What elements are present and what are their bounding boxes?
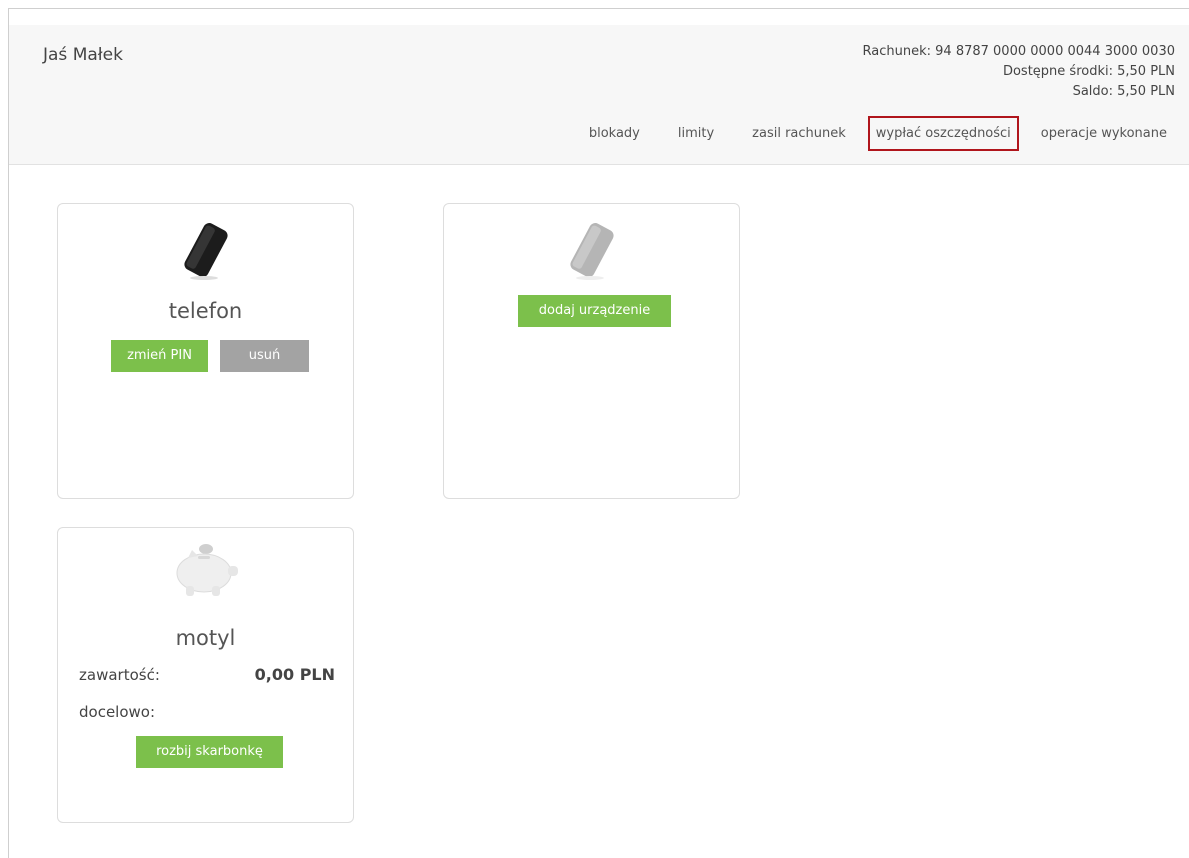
content-label: zawartość:	[79, 666, 160, 684]
smartphone-placeholder-icon	[444, 218, 739, 286]
change-pin-button[interactable]: zmień PIN	[111, 340, 208, 372]
available-funds: Dostępne środki: 5,50 PLN	[1002, 64, 1175, 79]
nav-wyplac-oszczednosci[interactable]: wypłać oszczędności	[867, 116, 1019, 151]
break-piggy-bank-button[interactable]: rozbij skarbonkę	[136, 736, 283, 768]
nav-blokady[interactable]: blokady	[589, 120, 640, 147]
add-device-button[interactable]: dodaj urządzenie	[518, 295, 671, 327]
target-label: docelowo:	[79, 703, 156, 721]
account-header: Jaś Małek Rachunek: 94 8787 0000 0000 00…	[9, 25, 1189, 165]
account-info: Rachunek: 94 8787 0000 0000 0044 3000 00…	[863, 42, 1175, 102]
piggy-bank-card: motyl zawartość: 0,00 PLN docelowo: rozb…	[57, 527, 354, 823]
piggy-bank-icon	[58, 538, 353, 604]
piggy-bank-name: motyl	[175, 626, 236, 650]
user-name: Jaś Małek	[43, 45, 123, 65]
account-nav: blokady limity zasil rachunek wypłać osz…	[589, 116, 1167, 151]
smartphone-icon	[58, 218, 353, 286]
device-card-add: dodaj urządzenie	[443, 203, 740, 499]
account-balance: Saldo: 5,50 PLN	[1072, 84, 1175, 99]
account-number: Rachunek: 94 8787 0000 0000 0044 3000 00…	[862, 44, 1175, 59]
nav-limity[interactable]: limity	[678, 120, 714, 147]
nav-operacje-wykonane[interactable]: operacje wykonane	[1041, 120, 1167, 147]
content-value: 0,00 PLN	[254, 665, 335, 684]
nav-zasil-rachunek[interactable]: zasil rachunek	[752, 120, 846, 147]
device-name: telefon	[168, 299, 243, 323]
remove-device-button[interactable]: usuń	[220, 340, 309, 372]
device-card-phone: telefon zmień PIN usuń	[57, 203, 354, 499]
